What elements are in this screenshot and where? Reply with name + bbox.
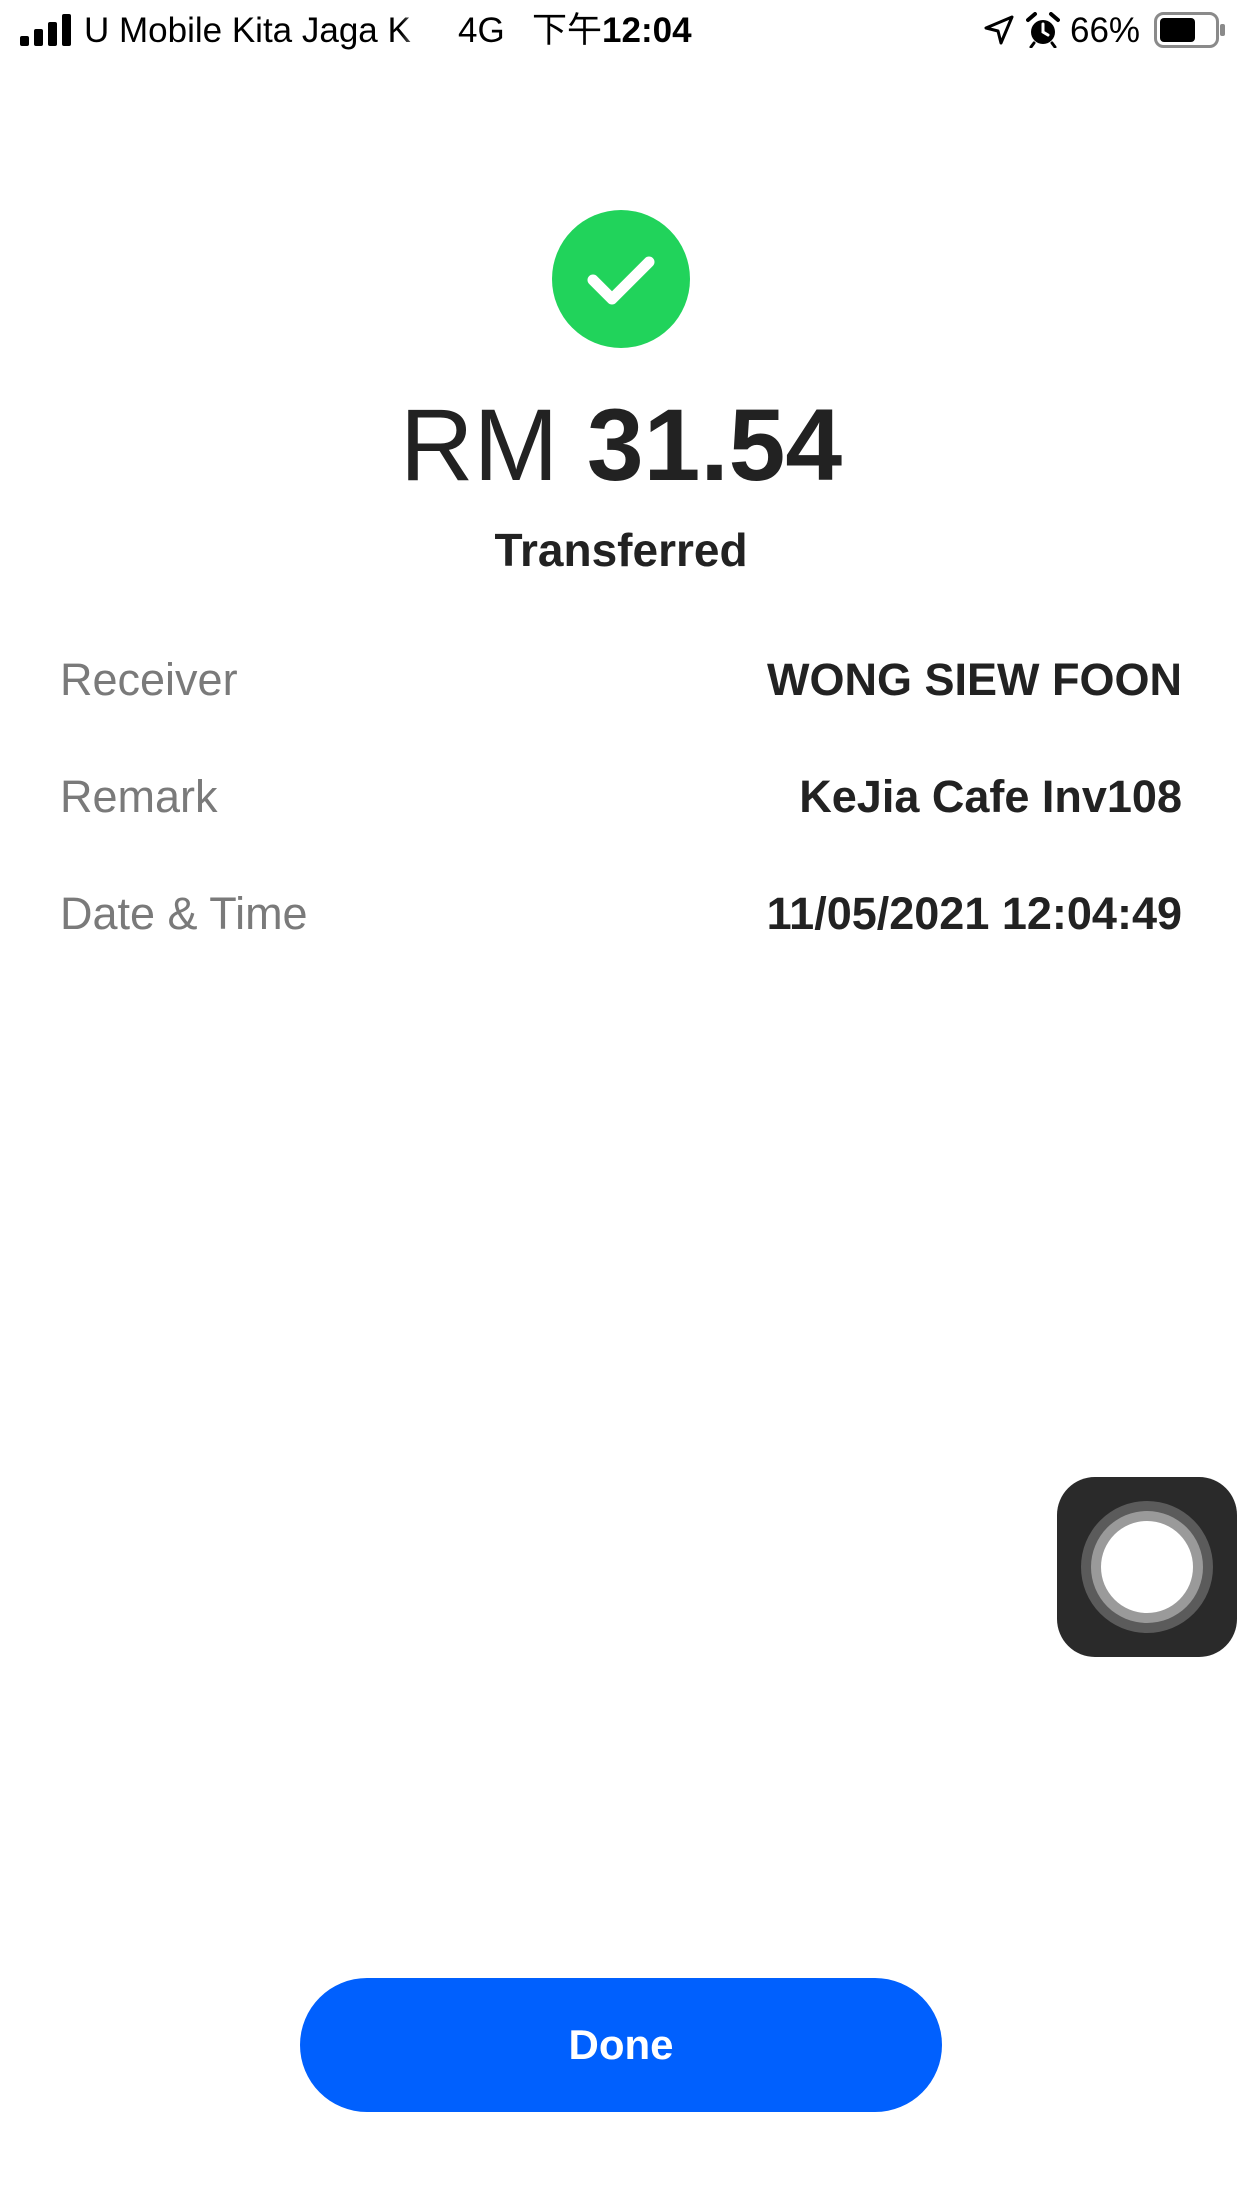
carrier-name: U Mobile Kita Jaga K — [84, 11, 411, 50]
status-clock: 下午12:04 — [532, 8, 692, 54]
done-button[interactable]: Done — [300, 1978, 942, 2112]
battery-percent: 66% — [1070, 11, 1141, 50]
alarm-icon — [1026, 12, 1060, 48]
network-type: 4G — [458, 11, 505, 50]
assistive-touch-button[interactable] — [1057, 1477, 1237, 1657]
checkmark-icon — [587, 256, 655, 305]
remark-label: Remark — [60, 771, 218, 822]
assistive-touch-icon — [1101, 1521, 1193, 1613]
remark-value: KeJia Cafe Inv108 — [799, 771, 1182, 822]
receiver-label: Receiver — [60, 654, 238, 705]
location-icon — [984, 15, 1014, 45]
clock-period: 下午 — [532, 11, 603, 50]
clock-time: 12:04 — [602, 11, 692, 50]
status-bar: U Mobile Kita Jaga K 4G 下午12:04 66% — [0, 0, 1242, 62]
amount-value: 31.54 — [586, 388, 843, 502]
detail-row-remark: Remark KeJia Cafe Inv108 — [60, 767, 1182, 827]
detail-row-date-time: Date & Time 11/05/2021 12:04:49 — [60, 884, 1182, 944]
success-checkmark-icon — [552, 210, 690, 348]
amount-currency: RM — [399, 388, 559, 502]
battery-icon — [1154, 12, 1225, 48]
date-time-value: 11/05/2021 12:04:49 — [766, 888, 1182, 939]
signal-icon — [20, 14, 71, 46]
receiver-value: WONG SIEW FOON — [767, 654, 1182, 705]
transfer-status: Transferred — [494, 524, 748, 576]
date-time-label: Date & Time — [60, 888, 308, 939]
transfer-amount: RM 31.54 — [0, 385, 1242, 505]
detail-row-receiver: Receiver WONG SIEW FOON — [60, 650, 1182, 710]
